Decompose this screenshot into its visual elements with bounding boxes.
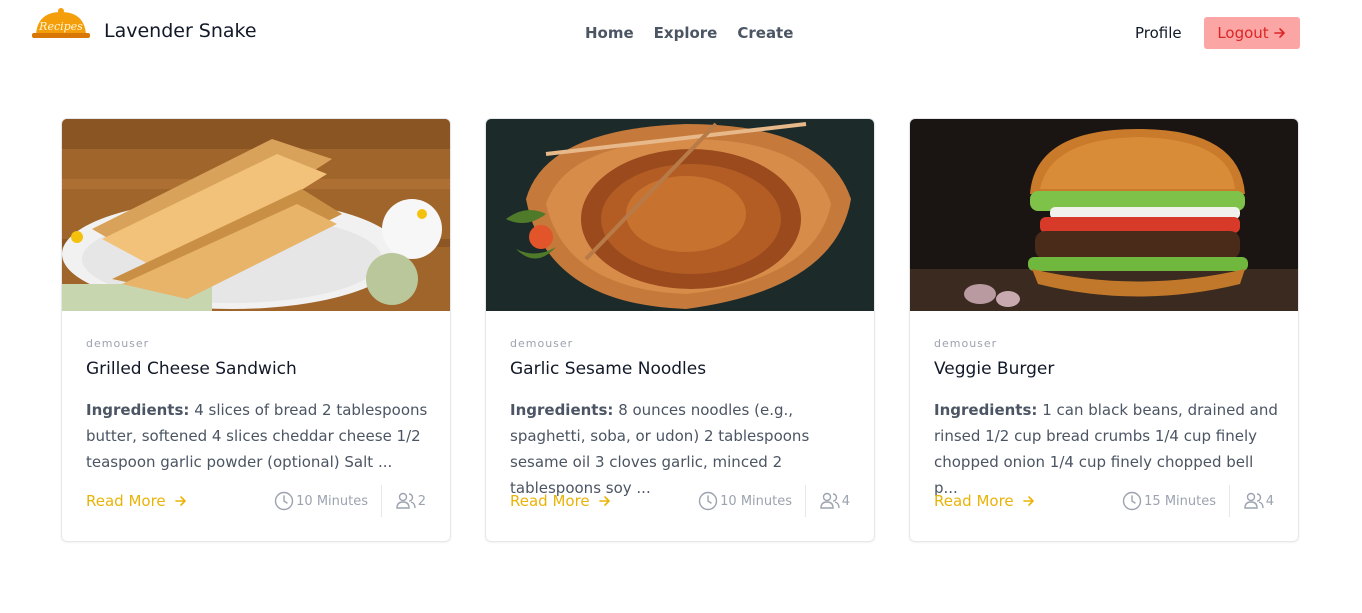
recipe-title[interactable]: Veggie Burger bbox=[934, 359, 1054, 379]
cook-time-value: 15 Minutes bbox=[1144, 493, 1216, 509]
nav-home[interactable]: Home bbox=[585, 24, 634, 42]
main-nav: Home Explore Create bbox=[585, 24, 793, 42]
clock-icon bbox=[698, 491, 718, 511]
recipe-card[interactable]: demouser Veggie Burger Ingredients: 1 ca… bbox=[909, 118, 1299, 542]
recipe-title[interactable]: Garlic Sesame Noodles bbox=[510, 359, 706, 379]
arrow-right-icon bbox=[1022, 496, 1034, 506]
servings-value: 2 bbox=[417, 493, 426, 509]
read-more-label: Read More bbox=[934, 492, 1014, 510]
cook-time-value: 10 Minutes bbox=[720, 493, 792, 509]
recipe-image[interactable] bbox=[62, 119, 450, 311]
read-more-label: Read More bbox=[510, 492, 590, 510]
clock-icon bbox=[1122, 491, 1142, 511]
cook-time: 15 Minutes bbox=[1122, 491, 1216, 511]
cook-time: 10 Minutes bbox=[698, 491, 792, 511]
meta-divider bbox=[381, 485, 382, 517]
recipe-ingredients: Ingredients: 4 slices of bread 2 tablesp… bbox=[86, 397, 431, 475]
servings: 4 bbox=[1243, 491, 1274, 511]
arrow-right-icon bbox=[598, 496, 610, 506]
recipes-logo[interactable]: Recipes bbox=[30, 6, 92, 44]
servings-value: 4 bbox=[841, 493, 850, 509]
arrow-right-icon bbox=[1273, 28, 1285, 38]
users-icon bbox=[396, 492, 416, 509]
users-icon bbox=[820, 492, 840, 509]
recipe-author: demouser bbox=[934, 337, 998, 350]
servings-value: 4 bbox=[1265, 493, 1274, 509]
read-more-link[interactable]: Read More bbox=[934, 492, 1036, 510]
recipe-card[interactable]: demouser Garlic Sesame Noodles Ingredien… bbox=[485, 118, 875, 542]
read-more-label: Read More bbox=[86, 492, 166, 510]
servings: 4 bbox=[819, 491, 850, 511]
nav-explore[interactable]: Explore bbox=[654, 24, 718, 42]
recipe-title[interactable]: Grilled Cheese Sandwich bbox=[86, 359, 297, 379]
servings: 2 bbox=[395, 491, 426, 511]
svg-text:Recipes: Recipes bbox=[38, 20, 83, 33]
nav-create[interactable]: Create bbox=[737, 24, 793, 42]
profile-link[interactable]: Profile bbox=[1135, 24, 1182, 42]
meta-divider bbox=[805, 485, 806, 517]
read-more-link[interactable]: Read More bbox=[86, 492, 188, 510]
meta-divider bbox=[1229, 485, 1230, 517]
ingredients-label: Ingredients: bbox=[510, 401, 614, 419]
top-navbar: Recipes Lavender Snake Home Explore Crea… bbox=[0, 0, 1362, 66]
recipe-ingredients: Ingredients: 8 ounces noodles (e.g., spa… bbox=[510, 397, 855, 501]
ingredients-label: Ingredients: bbox=[934, 401, 1038, 419]
logout-label: Logout bbox=[1217, 24, 1269, 42]
arrow-right-icon bbox=[174, 496, 186, 506]
logout-button[interactable]: Logout bbox=[1204, 17, 1300, 49]
brand-name[interactable]: Lavender Snake bbox=[104, 20, 257, 42]
recipe-image[interactable] bbox=[486, 119, 874, 311]
cook-time: 10 Minutes bbox=[274, 491, 368, 511]
read-more-link[interactable]: Read More bbox=[510, 492, 612, 510]
ingredients-label: Ingredients: bbox=[86, 401, 190, 419]
recipe-author: demouser bbox=[510, 337, 574, 350]
recipe-card[interactable]: demouser Grilled Cheese Sandwich Ingredi… bbox=[61, 118, 451, 542]
recipe-author: demouser bbox=[86, 337, 150, 350]
recipe-image[interactable] bbox=[910, 119, 1298, 311]
users-icon bbox=[1244, 492, 1264, 509]
recipe-ingredients: Ingredients: 1 can black beans, drained … bbox=[934, 397, 1279, 501]
cook-time-value: 10 Minutes bbox=[296, 493, 368, 509]
clock-icon bbox=[274, 491, 294, 511]
